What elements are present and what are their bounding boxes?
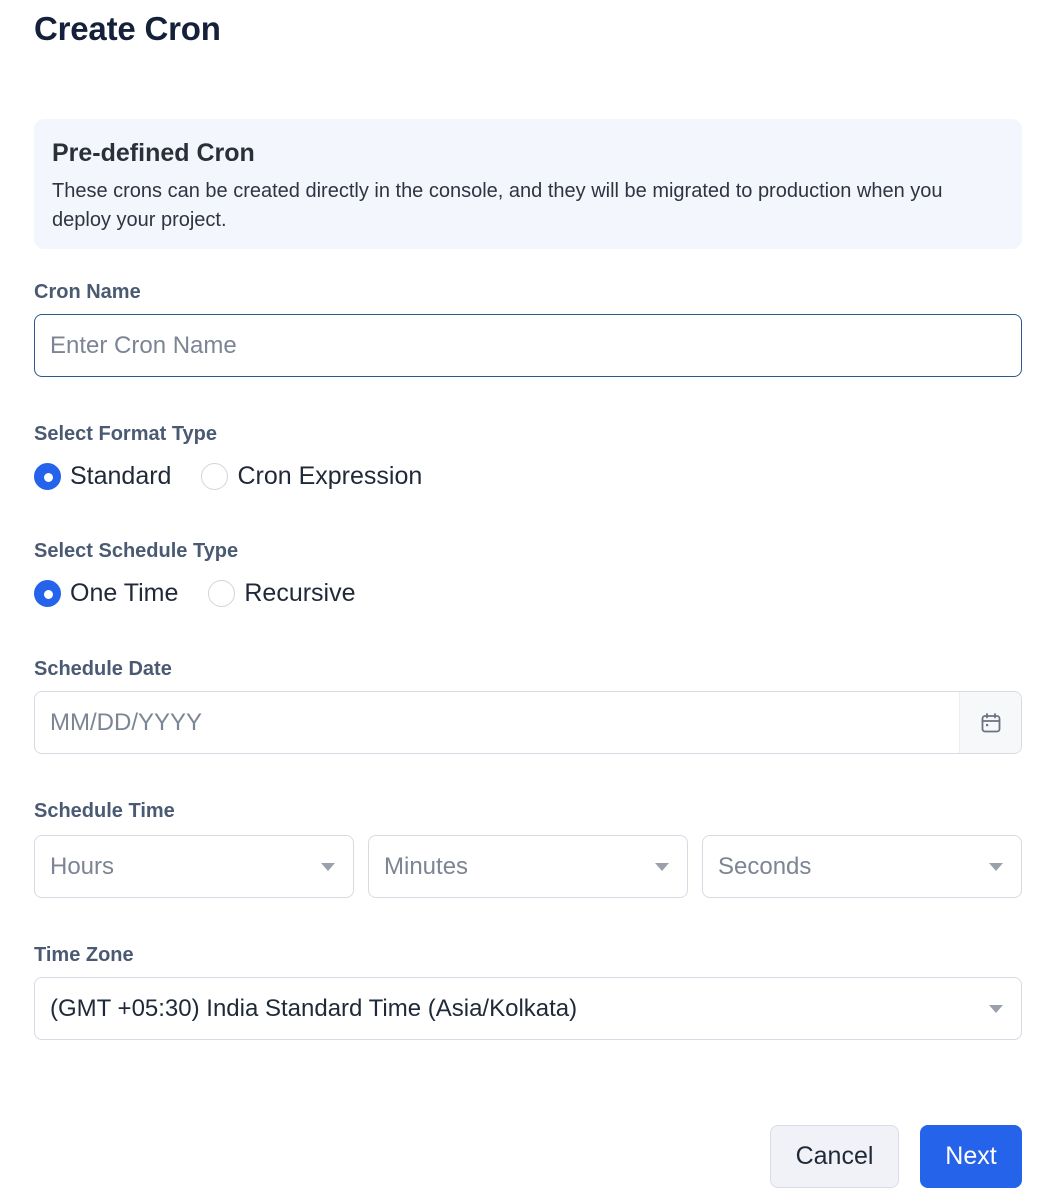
schedule-recursive-label: Recursive — [244, 579, 356, 607]
format-cron-expression-label: Cron Expression — [237, 462, 423, 490]
schedule-one-time-radio[interactable]: One Time — [34, 579, 178, 608]
seconds-select[interactable]: Seconds — [702, 835, 1022, 898]
radio-checked-icon — [34, 463, 61, 490]
caret-down-icon — [989, 1004, 1003, 1013]
hours-placeholder: Hours — [50, 852, 115, 880]
caret-down-icon — [655, 862, 669, 871]
info-title: Pre-defined Cron — [52, 139, 255, 167]
cron-name-input[interactable] — [34, 314, 1022, 377]
caret-down-icon — [321, 862, 335, 871]
schedule-type-radio-group: One Time Recursive — [34, 579, 386, 608]
format-type-radio-group: Standard Cron Expression — [34, 462, 452, 491]
schedule-date-field — [34, 691, 1022, 754]
radio-unchecked-icon — [201, 463, 229, 490]
schedule-recursive-radio[interactable]: Recursive — [208, 579, 356, 608]
caret-down-icon — [989, 862, 1003, 871]
schedule-date-label: Schedule Date — [34, 658, 172, 680]
info-banner: Pre-defined Cron These crons can be crea… — [34, 119, 1022, 249]
format-cron-expression-radio[interactable]: Cron Expression — [201, 462, 422, 491]
cron-name-label: Cron Name — [34, 281, 141, 303]
hours-select[interactable]: Hours — [34, 835, 354, 898]
page-title: Create Cron — [34, 10, 221, 47]
radio-checked-icon — [34, 580, 61, 607]
time-zone-value: (GMT +05:30) India Standard Time (Asia/K… — [50, 994, 578, 1022]
next-button[interactable]: Next — [920, 1125, 1022, 1188]
minutes-select[interactable]: Minutes — [368, 835, 688, 898]
seconds-placeholder: Seconds — [718, 852, 812, 880]
info-description: These crons can be created directly in t… — [52, 180, 943, 231]
date-picker-button[interactable] — [959, 692, 1021, 753]
time-zone-label: Time Zone — [34, 944, 134, 966]
cancel-button[interactable]: Cancel — [770, 1125, 899, 1188]
schedule-type-label: Select Schedule Type — [34, 540, 239, 562]
radio-unchecked-icon — [208, 580, 236, 607]
schedule-one-time-label: One Time — [70, 579, 179, 607]
format-standard-radio[interactable]: Standard — [34, 462, 171, 491]
calendar-icon — [981, 712, 1000, 732]
schedule-date-input[interactable] — [35, 692, 959, 753]
format-type-label: Select Format Type — [34, 423, 218, 445]
minutes-placeholder: Minutes — [384, 852, 469, 880]
format-standard-label: Standard — [70, 462, 172, 490]
time-zone-select[interactable]: (GMT +05:30) India Standard Time (Asia/K… — [34, 977, 1022, 1040]
schedule-time-label: Schedule Time — [34, 800, 175, 822]
